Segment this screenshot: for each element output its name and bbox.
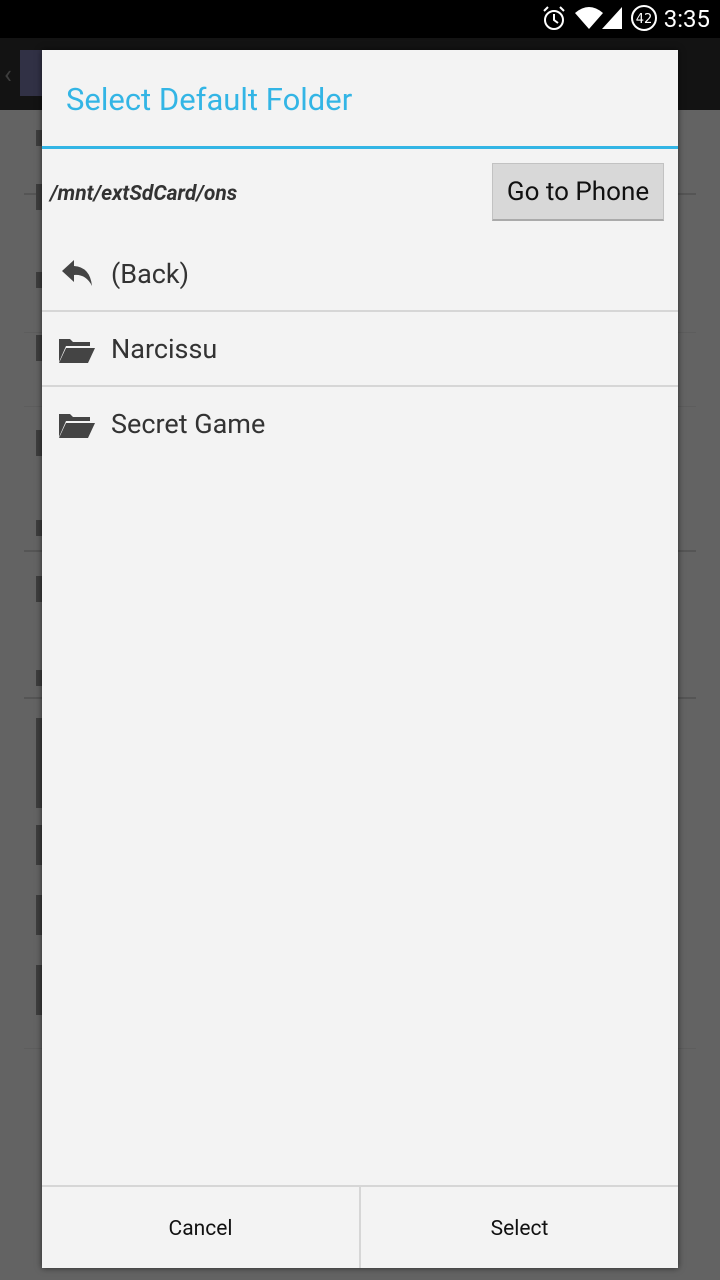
select-button[interactable]: Select: [361, 1187, 678, 1268]
dialog-title: Select Default Folder: [66, 81, 353, 118]
select-folder-dialog: Select Default Folder /mnt/extSdCard/ons…: [42, 50, 678, 1268]
battery-icon: 42: [630, 4, 658, 36]
row-divider: [42, 385, 678, 387]
list-item-back[interactable]: (Back): [42, 238, 678, 312]
signal-icon: [600, 5, 624, 35]
list-item-secret-game[interactable]: Secret Game: [42, 388, 678, 462]
list-item-narcissu[interactable]: Narcissu: [42, 313, 678, 387]
current-path: /mnt/extSdCard/ons: [50, 182, 238, 206]
battery-level: 42: [636, 12, 653, 27]
cancel-button[interactable]: Cancel: [42, 1187, 359, 1268]
status-bar: 42 3:35: [0, 0, 720, 38]
alarm-icon: [541, 5, 567, 37]
go-to-phone-button[interactable]: Go to Phone: [492, 163, 664, 221]
row-divider: [42, 310, 678, 312]
list-item-label: Secret Game: [111, 408, 266, 440]
list-item-label: Narcissu: [111, 333, 218, 365]
folder-icon: [58, 410, 96, 444]
clock: 3:35: [663, 5, 710, 33]
title-divider: [42, 146, 678, 149]
dialog-button-bar: Cancel Select: [42, 1185, 678, 1268]
folder-icon: [58, 335, 96, 369]
list-item-label: (Back): [111, 258, 189, 290]
back-arrow-icon: [58, 254, 98, 298]
